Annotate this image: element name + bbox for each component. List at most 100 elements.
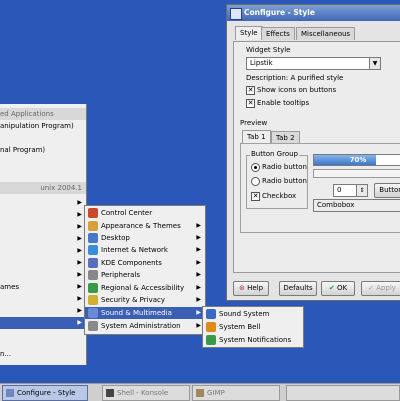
chevron-right-icon: ▶ (77, 211, 82, 218)
start-menu-item-9[interactable]: ▶ (0, 293, 86, 305)
start-menu-item-6[interactable]: ▶ (0, 257, 86, 269)
settings-submenu: Control Center Appearance & Themes ▶ Des… (84, 205, 206, 335)
menu-item-control-center[interactable]: Control Center (85, 207, 205, 219)
start-menu-item-terminal[interactable]: nal Program) (0, 144, 86, 156)
chevron-right-icon: ▶ (77, 235, 82, 242)
chevron-right-icon: ▶ (196, 259, 201, 266)
preview-combobox[interactable]: Combobox (313, 199, 400, 212)
widget-style-combo[interactable]: Lipstik ▼ (246, 57, 381, 70)
style-tab-panel: Widget Style Lipstik ▼ Description: A pu… (233, 41, 400, 273)
start-menu-section-recent: ed Applications (0, 108, 86, 120)
preview-tab-1[interactable]: Tab 1 (242, 130, 271, 144)
bell-icon (206, 322, 216, 332)
internet-icon (88, 245, 98, 255)
chevron-down-icon[interactable]: ▼ (369, 58, 380, 69)
spinbox-value: 0 (337, 186, 342, 194)
start-menu-item-2[interactable]: ▶ (0, 209, 86, 221)
menu-item-appearance[interactable]: Appearance & Themes ▶ (85, 220, 205, 232)
menu-item-sound-multimedia[interactable]: Sound & Multimedia ▶ (85, 307, 205, 319)
sound-multimedia-submenu: Sound System System Bell System Notifica… (202, 306, 304, 348)
chevron-right-icon: ▶ (77, 247, 82, 254)
preview-spinbox[interactable]: 0 ⇕ (333, 184, 368, 197)
task-label: Configure - Style (17, 389, 76, 397)
chevron-right-icon: ▶ (77, 295, 82, 302)
menu-item-label: Security & Privacy (101, 296, 165, 304)
preview-slider[interactable] (313, 169, 400, 178)
menu-item-desktop[interactable]: Desktop ▶ (85, 232, 205, 244)
start-menu: ed Applications anipulation Program) nal… (0, 104, 87, 365)
menu-item-label: Desktop (101, 234, 130, 242)
progress-text: 70% (349, 156, 367, 164)
window-titlebar[interactable]: Configure - Style (227, 5, 400, 21)
task-configure-style[interactable]: Configure - Style (2, 385, 88, 401)
start-menu-item-games[interactable]: ames ▶ (0, 281, 86, 293)
configure-icon (6, 389, 14, 397)
spin-arrows-icon[interactable]: ⇕ (356, 185, 367, 196)
start-menu-item-7[interactable]: ▶ (0, 269, 86, 281)
menu-item-label: KDE Components (101, 259, 162, 267)
start-menu-item-1[interactable]: ▶ (0, 197, 86, 209)
enable-tooltips-checkbox[interactable]: ✕ (246, 99, 255, 108)
widget-style-group-label: Widget Style (246, 46, 291, 54)
menu-item-internet[interactable]: Internet & Network ▶ (85, 244, 205, 256)
menu-item-sound-system[interactable]: Sound System (203, 308, 303, 320)
peripherals-icon (88, 270, 98, 280)
task-gimp[interactable]: GIMP (192, 385, 280, 401)
show-icons-checkbox[interactable]: ✕ (246, 86, 255, 95)
help-button-label: Help (247, 284, 264, 292)
appearance-icon (88, 221, 98, 231)
start-menu-item-10[interactable]: ▶ (0, 305, 86, 317)
menu-item-kde-components[interactable]: KDE Components ▶ (85, 257, 205, 269)
ok-button[interactable]: ✔ OK (321, 281, 355, 296)
radio-button-2[interactable] (251, 177, 260, 186)
defaults-button[interactable]: Defaults (279, 281, 317, 296)
button-group-label: Button Group (250, 150, 299, 158)
task-empty-slot[interactable] (286, 385, 400, 401)
menu-item-system-notifications[interactable]: System Notifications (203, 334, 303, 346)
tab-effects[interactable]: Effects (261, 27, 295, 40)
chevron-right-icon: ▶ (77, 307, 82, 314)
terminal-icon (106, 389, 114, 397)
chevron-right-icon: ▶ (196, 246, 201, 253)
start-menu-item-12[interactable] (0, 335, 86, 347)
start-menu-item-image-app[interactable]: anipulation Program) (0, 120, 86, 132)
help-button[interactable]: ⊛ Help (233, 281, 269, 296)
menu-item-peripherals[interactable]: Peripherals ▶ (85, 269, 205, 281)
chevron-right-icon: ▶ (77, 271, 82, 278)
start-menu-item-settings[interactable]: ▶ (0, 317, 86, 329)
task-shell-konsole[interactable]: Shell - Konsole (102, 385, 190, 401)
chevron-right-icon: ▶ (196, 222, 201, 229)
menu-item-label: System Bell (219, 323, 261, 331)
desktop-icon (88, 233, 98, 243)
enable-tooltips-label: Enable tooltips (257, 99, 310, 107)
menu-item-security[interactable]: Security & Privacy ▶ (85, 294, 205, 306)
start-menu-item-3[interactable]: ▶ (0, 221, 86, 233)
menu-item-label: Peripherals (101, 271, 141, 279)
help-icon: ⊛ (238, 284, 245, 292)
menu-item-system-bell[interactable]: System Bell (203, 321, 303, 333)
tab-miscellaneous[interactable]: Miscellaneous (296, 27, 356, 40)
start-menu-item-run[interactable]: n... (0, 348, 86, 360)
menu-item-label: Internet & Network (101, 246, 168, 254)
control-center-icon (88, 208, 98, 218)
radio-button-1-label: Radio button (262, 163, 307, 171)
chevron-right-icon: ▶ (77, 259, 82, 266)
menu-item-regional[interactable]: Regional & Accessibility ▶ (85, 282, 205, 294)
chevron-right-icon: ▶ (196, 322, 201, 329)
apply-button[interactable]: ✓ Apply (361, 281, 400, 296)
chevron-right-icon: ▶ (196, 271, 201, 278)
menu-item-system-admin[interactable]: System Administration ▶ (85, 320, 205, 332)
system-admin-icon (88, 321, 98, 331)
preview-button[interactable]: Button (374, 183, 400, 198)
sound-multimedia-icon (88, 308, 98, 318)
radio-button-1[interactable] (251, 163, 260, 172)
start-menu-item-4[interactable]: ▶ (0, 233, 86, 245)
start-menu-item-5[interactable]: ▶ (0, 245, 86, 257)
task-label: Shell - Konsole (117, 389, 169, 397)
tab-style[interactable]: Style (235, 26, 263, 40)
menu-item-label: Appearance & Themes (101, 222, 181, 230)
chevron-right-icon: ▶ (77, 283, 82, 290)
window-menu-icon[interactable] (230, 8, 242, 20)
preview-checkbox[interactable]: ✕ (251, 192, 260, 201)
kde-components-icon (88, 258, 98, 268)
